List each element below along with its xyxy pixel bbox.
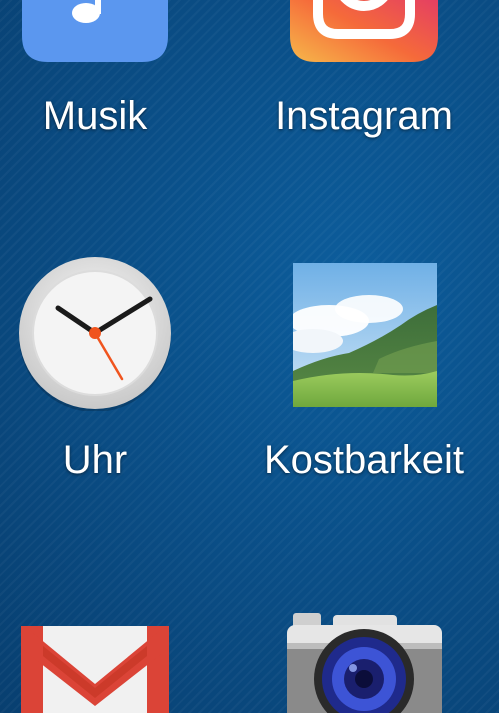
app-camera[interactable] bbox=[287, 613, 442, 713]
app-instagram[interactable] bbox=[290, 0, 438, 64]
app-label-kostbarkeit: Kostbarkeit bbox=[263, 438, 465, 482]
app-label-uhr: Uhr bbox=[62, 438, 128, 482]
gmail-icon bbox=[21, 626, 169, 713]
clock-icon bbox=[19, 257, 171, 411]
app-musik[interactable] bbox=[22, 0, 168, 64]
app-label-musik: Musik bbox=[42, 94, 148, 138]
landscape-photo-icon bbox=[293, 263, 437, 407]
instagram-icon bbox=[290, 0, 438, 62]
app-kostbarkeit[interactable] bbox=[293, 263, 437, 407]
app-label-instagram: Instagram bbox=[275, 94, 453, 138]
app-uhr[interactable] bbox=[18, 257, 172, 411]
music-note-icon bbox=[22, 0, 168, 62]
camera-icon bbox=[287, 613, 442, 713]
app-gmail[interactable] bbox=[21, 626, 169, 713]
